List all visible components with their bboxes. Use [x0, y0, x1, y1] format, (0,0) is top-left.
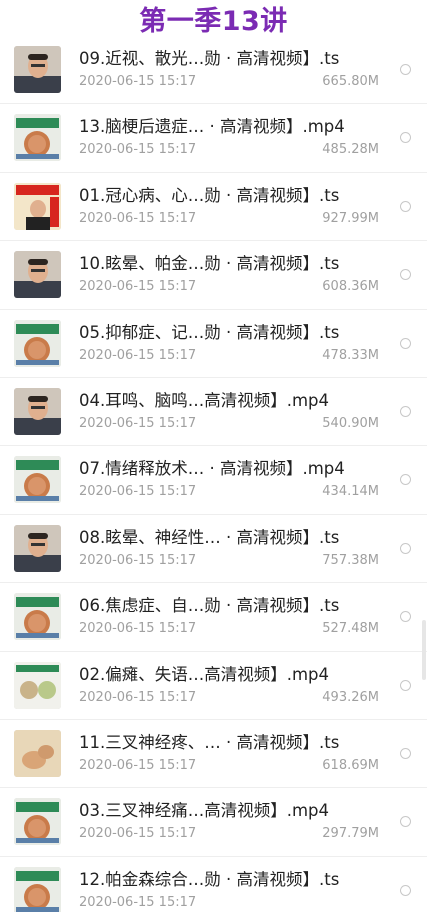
- file-name: 05.抑郁症、记…勋 · 高清视频】.ts: [79, 322, 340, 342]
- file-row[interactable]: 09.近视、散光…勋 · 高清视频】.ts 2020-06-15 15:17 665…: [0, 36, 427, 105]
- video-thumbnail: [14, 387, 61, 435]
- select-radio[interactable]: [400, 64, 411, 75]
- select-radio[interactable]: [400, 200, 411, 212]
- file-row[interactable]: 12.帕金森综合…勋 · 高清视频】.ts 2020-06-15 15:17: [0, 857, 427, 912]
- video-thumbnail: [14, 593, 61, 641]
- file-size: 434.14M: [322, 484, 379, 500]
- file-date: 2020-06-15 15:17: [79, 74, 197, 89]
- scrollbar[interactable]: [422, 620, 426, 680]
- select-radio[interactable]: [400, 405, 411, 417]
- file-date: 2020-06-15 15:17: [79, 894, 197, 910]
- video-thumbnail: [14, 114, 61, 162]
- file-size: 540.90M: [322, 415, 379, 431]
- file-date: 2020-06-15 15:17: [79, 210, 197, 226]
- file-name: 07.情绪释放术… · 高清视频】.mp4: [79, 459, 345, 479]
- select-radio[interactable]: [400, 337, 411, 349]
- file-size: 297.79M: [322, 826, 379, 842]
- video-thumbnail: [14, 182, 61, 230]
- file-row[interactable]: 10.眩晕、帕金…勋 · 高清视频】.ts 2020-06-15 15:17 608…: [0, 241, 427, 310]
- file-size: 485.28M: [322, 142, 379, 158]
- file-row[interactable]: 01.冠心病、心…勋 · 高清视频】.ts 2020-06-15 15:17 927…: [0, 173, 427, 242]
- video-thumbnail: [14, 798, 61, 846]
- file-name: 08.眩晕、神经性… · 高清视频】.ts: [79, 527, 340, 547]
- select-radio[interactable]: [400, 474, 411, 486]
- select-radio[interactable]: [400, 679, 411, 691]
- file-date: 2020-06-15 15:17: [79, 621, 197, 637]
- file-row[interactable]: 02.偏瘫、失语…高清视频】.mp4 2020-06-15 15:17 493.26…: [0, 652, 427, 720]
- file-name: 09.近视、散光…勋 · 高清视频】.ts: [79, 49, 340, 68]
- file-size: 665.80M: [322, 74, 379, 89]
- select-radio[interactable]: [400, 132, 411, 144]
- file-row[interactable]: 13.脑梗后遗症… · 高清视频】.mp4 2020-06-15 15:17 485…: [0, 104, 427, 173]
- select-radio[interactable]: [400, 611, 411, 623]
- select-radio[interactable]: [400, 884, 411, 896]
- file-row[interactable]: 11.三叉神经疼、… · 高清视频】.ts 2020-06-15 15:17 618…: [0, 720, 427, 789]
- video-thumbnail: [14, 251, 61, 299]
- video-thumbnail: [14, 866, 61, 912]
- file-row[interactable]: 04.耳鸣、脑鸣…高清视频】.mp4 2020-06-15 15:17 540.90…: [0, 378, 427, 447]
- video-thumbnail: [14, 729, 61, 777]
- file-name: 11.三叉神经疼、… · 高清视频】.ts: [79, 732, 340, 752]
- file-size: 757.38M: [322, 552, 379, 568]
- file-name: 12.帕金森综合…勋 · 高清视频】.ts: [79, 869, 340, 889]
- file-date: 2020-06-15 15:17: [79, 552, 197, 568]
- file-name: 06.焦虑症、自…勋 · 高清视频】.ts: [79, 596, 340, 616]
- video-thumbnail: [14, 661, 61, 709]
- file-date: 2020-06-15 15:17: [79, 142, 197, 158]
- video-thumbnail: [14, 46, 61, 93]
- file-name: 10.眩晕、帕金…勋 · 高清视频】.ts: [79, 254, 340, 274]
- file-date: 2020-06-15 15:17: [79, 689, 197, 705]
- file-date: 2020-06-15 15:17: [79, 757, 197, 773]
- file-name: 02.偏瘫、失语…高清视频】.mp4: [79, 664, 330, 684]
- select-radio[interactable]: [400, 747, 411, 759]
- select-radio[interactable]: [400, 816, 411, 828]
- file-date: 2020-06-15 15:17: [79, 279, 197, 295]
- file-size: 618.69M: [322, 757, 379, 773]
- file-date: 2020-06-15 15:17: [79, 415, 197, 431]
- file-row[interactable]: 05.抑郁症、记…勋 · 高清视频】.ts 2020-06-15 15:17 478…: [0, 310, 427, 378]
- file-size: 927.99M: [322, 210, 379, 226]
- file-size: 608.36M: [322, 279, 379, 295]
- file-row[interactable]: 03.三叉神经痛…高清视频】.mp4 2020-06-15 15:17 297.79…: [0, 788, 427, 857]
- file-row[interactable]: 07.情绪释放术… · 高清视频】.mp4 2020-06-15 15:17 434…: [0, 446, 427, 515]
- file-name: 01.冠心病、心…勋 · 高清视频】.ts: [79, 185, 340, 205]
- select-radio[interactable]: [400, 542, 411, 554]
- file-row[interactable]: 08.眩晕、神经性… · 高清视频】.ts 2020-06-15 15:17 757…: [0, 515, 427, 584]
- file-size: 527.48M: [322, 621, 379, 637]
- file-name: 03.三叉神经痛…高清视频】.mp4: [79, 801, 330, 821]
- video-thumbnail: [14, 524, 61, 572]
- file-size: 478.33M: [322, 347, 379, 363]
- file-name: 13.脑梗后遗症… · 高清视频】.mp4: [79, 117, 345, 137]
- file-date: 2020-06-15 15:17: [79, 484, 197, 500]
- file-list: 09.近视、散光…勋 · 高清视频】.ts 2020-06-15 15:17 665…: [0, 36, 427, 912]
- file-date: 2020-06-15 15:17: [79, 347, 197, 363]
- video-thumbnail: [14, 319, 61, 367]
- file-date: 2020-06-15 15:17: [79, 826, 197, 842]
- select-radio[interactable]: [400, 269, 411, 281]
- file-name: 04.耳鸣、脑鸣…高清视频】.mp4: [79, 390, 330, 410]
- file-row[interactable]: 06.焦虑症、自…勋 · 高清视频】.ts 2020-06-15 15:17 527…: [0, 583, 427, 652]
- video-thumbnail: [14, 456, 61, 504]
- file-size: 493.26M: [322, 689, 379, 705]
